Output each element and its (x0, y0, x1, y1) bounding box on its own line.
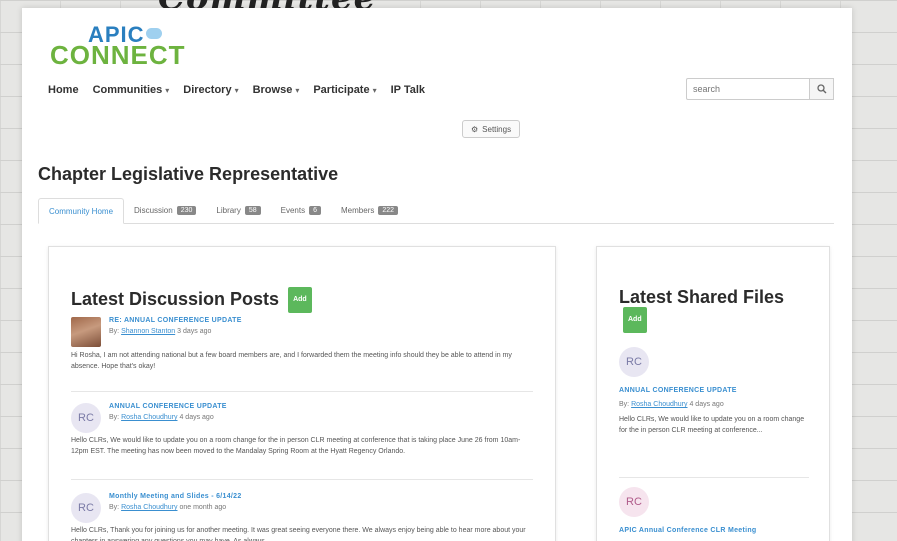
discussion-heading: Latest Discussion Posts (71, 288, 280, 309)
nav-item-label: Directory (183, 84, 232, 96)
nav-item-browse[interactable]: Browse ▾ (253, 84, 300, 96)
latest-files-panel: Latest Shared Files Add RC ANNUAL CONFER… (596, 246, 830, 541)
settings-label: Settings (482, 124, 512, 134)
author-link[interactable]: Rosha Choudhury (121, 504, 177, 511)
search-input[interactable] (686, 78, 810, 100)
post-title-link[interactable]: ANNUAL CONFERENCE UPDATE (109, 403, 227, 410)
by-label: By: (109, 328, 120, 335)
file-excerpt: Hello CLRs, We would like to update you … (619, 416, 805, 434)
post-meta: By: Rosha Choudhury one month ago (109, 504, 242, 511)
nav-item-label: IP Talk (390, 84, 426, 96)
tab-label: Community Home (49, 206, 114, 216)
nav-item-directory[interactable]: Directory ▾ (183, 84, 238, 96)
tab-discussion[interactable]: Discussion 230 (124, 197, 206, 223)
latest-discussion-panel: Latest Discussion Posts Add RE: ANNUAL C… (48, 246, 556, 541)
tab-count-badge: 6 (309, 205, 322, 215)
nav-item-label: Browse (252, 84, 293, 96)
nav-item-label: Home (48, 84, 79, 96)
add-discussion-button[interactable]: Add (288, 287, 312, 313)
speech-bubble-icon (146, 28, 162, 39)
nav-item-home[interactable]: Home (48, 84, 79, 96)
file-title-link[interactable]: ANNUAL CONFERENCE UPDATE (619, 385, 809, 397)
list-item: RE: ANNUAL CONFERENCE UPDATE By: Shannon… (71, 317, 533, 372)
post-time: 4 days ago (179, 414, 214, 421)
divider (71, 479, 533, 480)
by-label: By: (109, 504, 120, 511)
avatar[interactable] (71, 317, 101, 347)
tab-count-badge: 222 (378, 205, 399, 215)
post-title-link[interactable]: Monthly Meeting and Slides - 6/14/22 (109, 493, 242, 500)
tab-label: Library (216, 205, 241, 215)
avatar[interactable]: RC (71, 403, 101, 433)
search-icon (816, 84, 826, 94)
page-container: APIC CONNECT Home Communities ▾ Director… (22, 8, 852, 541)
site-logo[interactable]: APIC CONNECT (46, 22, 196, 70)
settings-button[interactable]: ⚙ Settings (462, 120, 521, 138)
tab-members[interactable]: Members 222 (331, 197, 408, 223)
files-heading: Latest Shared Files (619, 287, 785, 307)
list-item: RC ANNUAL CONFERENCE UPDATE By: Rosha Ch… (71, 403, 533, 457)
community-tabs: Community Home Discussion 230 Library 58… (38, 198, 834, 224)
list-item: RC Monthly Meeting and Slides - 6/14/22 … (71, 493, 533, 541)
file-time: 4 days ago (689, 401, 724, 408)
tab-count-badge: 230 (176, 205, 197, 215)
logo-line-2: CONNECT (50, 40, 186, 70)
tab-community-home[interactable]: Community Home (38, 198, 125, 224)
post-time: 3 days ago (177, 328, 212, 335)
caret-down-icon: ▾ (372, 85, 377, 95)
by-label: By: (619, 401, 630, 408)
nav-item-ip-talk[interactable]: IP Talk (391, 84, 425, 96)
page-title: Chapter Legislative Representative (38, 164, 339, 184)
list-item: RC APIC Annual Conference CLR Meeting (619, 487, 809, 537)
post-excerpt: Hello CLRs, We would like to update you … (71, 437, 521, 455)
search-button[interactable] (810, 78, 834, 100)
avatar[interactable]: RC (71, 493, 101, 523)
tab-count-badge: 58 (244, 205, 261, 215)
search-bar (686, 78, 834, 100)
post-title-link[interactable]: RE: ANNUAL CONFERENCE UPDATE (109, 317, 242, 324)
files-header: Latest Shared Files Add (619, 287, 809, 333)
divider (71, 391, 533, 392)
main-nav: Home Communities ▾ Directory ▾ Browse ▾ … (48, 84, 425, 96)
avatar[interactable]: RC (619, 487, 649, 517)
tab-events[interactable]: Events 6 (271, 197, 331, 223)
caret-down-icon: ▾ (234, 85, 239, 95)
gear-icon: ⚙ (471, 124, 479, 134)
avatar[interactable]: RC (619, 347, 649, 377)
tab-library[interactable]: Library 58 (206, 197, 270, 223)
author-link[interactable]: Rosha Choudhury (121, 414, 177, 421)
list-item: RC ANNUAL CONFERENCE UPDATE By: Rosha Ch… (619, 347, 809, 436)
post-time: one month ago (179, 504, 227, 511)
tab-label: Members (341, 205, 375, 215)
tab-label: Discussion (134, 205, 173, 215)
nav-item-participate[interactable]: Participate ▾ (313, 84, 376, 96)
author-link[interactable]: Shannon Stanton (121, 328, 175, 335)
divider (619, 477, 809, 478)
post-excerpt: Hello CLRs, Thank you for joining us for… (71, 527, 526, 541)
author-link[interactable]: Rosha Choudhury (631, 401, 687, 408)
post-excerpt: Hi Rosha, I am not attending national bu… (71, 352, 512, 370)
caret-down-icon: ▾ (295, 85, 300, 95)
tab-label: Events (280, 205, 306, 215)
by-label: By: (109, 414, 120, 421)
post-meta: By: Rosha Choudhury 4 days ago (109, 414, 227, 421)
post-meta: By: Shannon Stanton 3 days ago (109, 328, 242, 335)
file-meta: By: Rosha Choudhury 4 days ago (619, 401, 809, 408)
discussion-header: Latest Discussion Posts Add (71, 287, 312, 313)
nav-item-communities[interactable]: Communities ▾ (93, 84, 170, 96)
nav-item-label: Communities (92, 84, 163, 96)
caret-down-icon: ▾ (165, 85, 170, 95)
nav-item-label: Participate (313, 84, 370, 96)
file-title-link[interactable]: APIC Annual Conference CLR Meeting (619, 525, 809, 537)
add-file-button[interactable]: Add (623, 307, 647, 333)
